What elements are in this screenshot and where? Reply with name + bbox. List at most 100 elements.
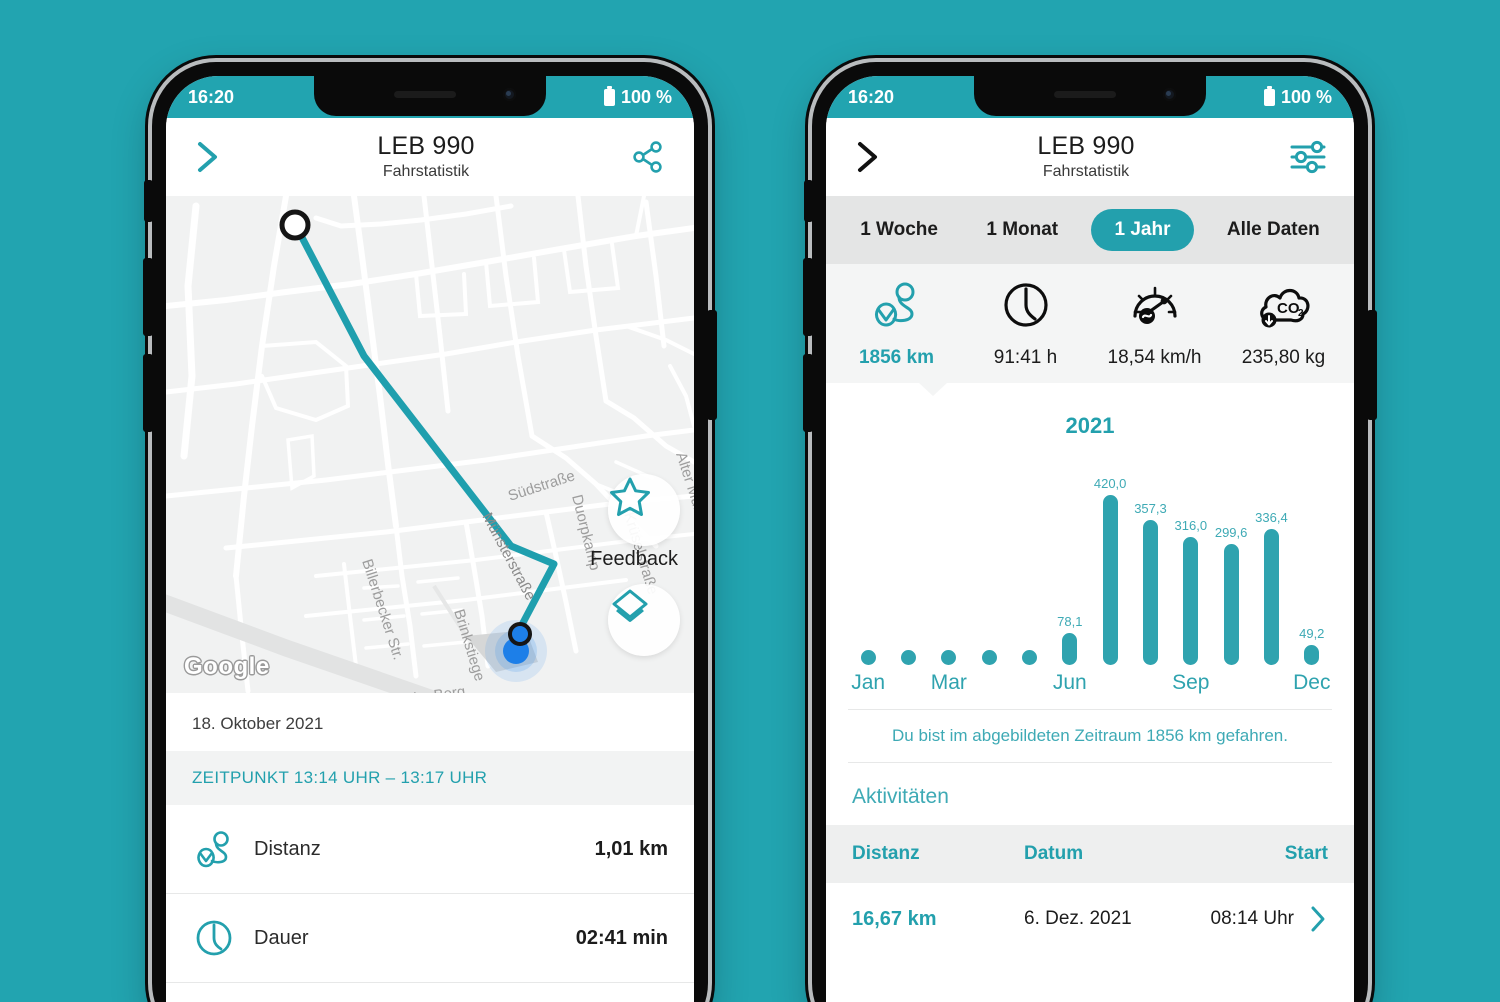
volume-down-button[interactable] [143,354,153,432]
app-bar-left: LEB 990 Fahrstatistik [166,118,694,196]
notch [314,76,546,116]
chart-bar-sep[interactable]: 316,0 [1171,518,1211,665]
battery-icon [603,85,615,106]
map-layers-button[interactable] [608,584,680,656]
stat-duration[interactable]: 91:41 h [961,280,1090,369]
status-time: 16:20 [188,86,235,107]
chart-bar-label: 49,2 [1299,626,1325,642]
ride-date: 18. Oktober 2021 [192,714,324,733]
power-button[interactable] [1367,310,1377,420]
status-battery: 100 % [620,86,672,107]
svg-text:CO: CO [1277,300,1300,317]
chart-x-tick [888,671,928,695]
segment-1-monat[interactable]: 1 Monat [970,209,1074,251]
distance-icon [869,280,925,337]
stat-co2[interactable]: CO 2 235,80 kg [1219,280,1348,369]
chart-x-tick: Sep [1172,671,1210,694]
stat-speed[interactable]: 18,54 km/h [1090,280,1219,369]
chart-bar-label: 78,1 [1057,614,1083,630]
stat-distance[interactable]: 1856 km [832,280,961,369]
activities-heading: Aktivitäten [852,785,949,808]
chart-bar [981,650,997,665]
chart-x-axis: Jan Mar Jun Sep Dec [848,671,1332,695]
share-icon[interactable] [624,140,672,174]
segment-1-woche[interactable]: 1 Woche [844,209,954,251]
chart-bar [860,650,876,665]
ride-timespan: ZEITPUNKT 13:14 UHR – 13:17 UHR [166,751,694,805]
cell-date: 6. Dez. 2021 [1024,908,1132,929]
sliders-icon[interactable] [1284,140,1332,174]
chart-bars: 78,1 420,0 357,3 316,0 299,6 336,4 49,2 [848,476,1332,665]
chart-x-tick: Dec [1293,671,1331,694]
column-header-datum: Datum [1024,843,1084,864]
chart-bar-mar[interactable] [929,646,969,665]
app-bar-right: LEB 990 Fahrstatistik [826,118,1354,196]
chart-bar-feb[interactable] [888,646,928,665]
detail-row-distance: Distanz 1,01 km [166,805,694,894]
chart-bar-may[interactable] [1009,646,1049,665]
mute-switch[interactable] [144,180,153,222]
detail-label: Distanz [254,837,321,860]
subtitle-text: Fahrstatistik [1042,162,1130,180]
screen-right: 16:20 100 % LEB 990 Fahrstatistik 1 Woch… [826,76,1354,1002]
chart-x-tick: Jan [851,671,886,694]
chevron-right-icon[interactable] [188,140,228,174]
battery-icon [1263,85,1275,106]
chart-bar-jun[interactable]: 78,1 [1050,614,1090,665]
chart-bar-oct[interactable]: 299,6 [1211,525,1251,665]
activities-table-header: Distanz Datum Start [826,825,1354,883]
chart-bar-apr[interactable] [969,646,1009,665]
table-row[interactable]: 16,67 km 6. Dez. 2021 08:14 Uhr [826,883,1354,955]
column-header-start: Start [1284,843,1328,864]
duration-icon [192,916,254,960]
chart-x-tick: Mar [930,671,967,694]
chart-bar [1183,537,1199,665]
google-attribution: Google [184,653,270,680]
phone-right: 16:20 100 % LEB 990 Fahrstatistik 1 Woch… [803,62,1377,1002]
earpiece-speaker [1054,91,1117,98]
chart-bar-dec[interactable]: 49,2 [1292,626,1332,665]
distance-icon [192,827,254,871]
volume-up-button[interactable] [803,258,813,336]
mute-switch[interactable] [804,180,813,222]
chart-x-tick [1130,671,1170,695]
chart-bar-jan[interactable] [848,646,888,665]
chart-bar [1142,520,1158,665]
chevron-right-icon[interactable] [848,140,888,174]
page-title: LEB 990 Fahrstatistik [228,133,624,181]
feedback-button[interactable] [608,474,680,546]
volume-up-button[interactable] [143,258,153,336]
cell-distance: 16,67 km [852,907,937,930]
chart-x-tick [1211,671,1251,695]
co2-icon: CO 2 [1255,280,1313,337]
chart-bar-jul[interactable]: 420,0 [1090,476,1130,665]
bar-chart[interactable]: 78,1 420,0 357,3 316,0 299,6 336,4 49,2 [848,449,1332,665]
segment-alle-daten[interactable]: Alle Daten [1211,209,1336,251]
chart-bar-label: 316,0 [1174,518,1208,534]
chart-bar-nov[interactable]: 336,4 [1251,510,1291,665]
chart-bar [900,650,916,665]
power-button[interactable] [707,310,717,420]
stat-value: 1856 km [858,347,934,368]
chart-bar-label: 299,6 [1214,524,1248,540]
chart-bar-label: 420,0 [1093,476,1127,491]
stat-value: 235,80 kg [1241,347,1326,368]
status-battery: 100 % [1280,86,1332,107]
notch [974,76,1206,116]
volume-down-button[interactable] [803,354,813,432]
page-title: LEB 990 Fahrstatistik [888,133,1284,181]
status-time: 16:20 [848,86,895,107]
chart-bar-aug[interactable]: 357,3 [1130,501,1170,665]
stat-value: 18,54 km/h [1107,347,1202,368]
chart-x-tick [1009,671,1049,695]
map-view[interactable]: Südstraße Duorpkamp Alter Münsterweg Krü… [166,196,694,693]
segment-1-jahr[interactable]: 1 Jahr [1090,209,1195,251]
route-start-marker [279,209,311,241]
front-camera [1163,88,1176,101]
stat-value: 91:41 h [993,347,1058,368]
chevron-right-icon[interactable] [1294,905,1328,933]
column-header-distanz: Distanz [852,843,920,864]
feedback-label: Feedback [590,548,678,570]
chart-bar [1223,543,1239,665]
current-location-marker [485,620,547,682]
